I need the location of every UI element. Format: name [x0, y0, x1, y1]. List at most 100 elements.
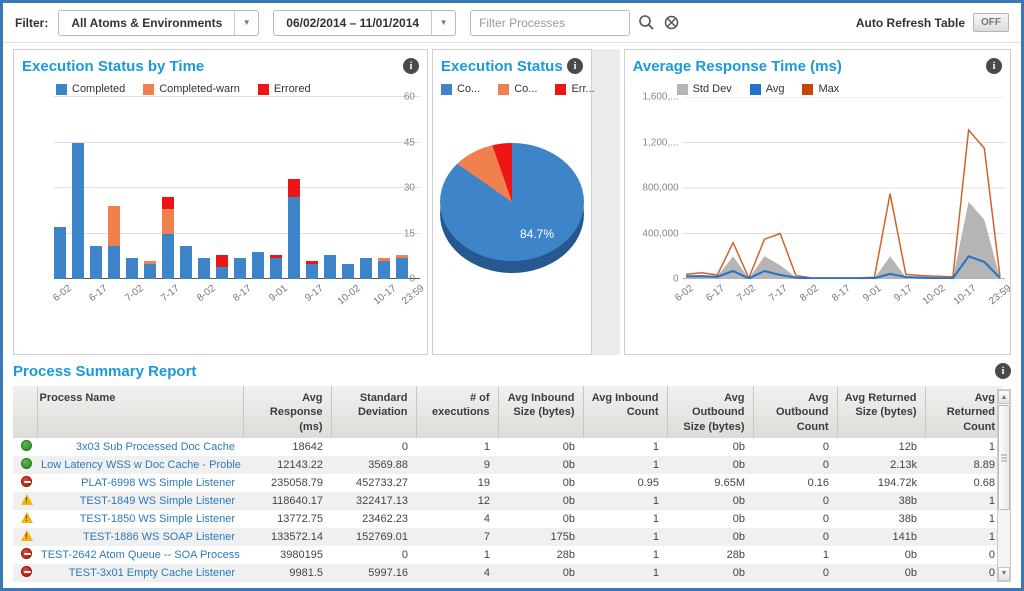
- column-header[interactable]: Avg Inbound Count: [583, 386, 667, 438]
- table-row: TEST-2642 Atom Queue -- SOA Process39801…: [13, 546, 1003, 564]
- process-name-link[interactable]: TEST-1849 WS Simple Listener: [80, 495, 235, 507]
- value-cell: 152769.01: [331, 528, 416, 546]
- y-axis-label: 0: [633, 274, 679, 285]
- value-cell: 28b: [667, 546, 753, 564]
- legend-item: Errored: [258, 83, 311, 95]
- legend-item: Avg: [750, 83, 785, 95]
- x-axis-label: 9-01: [267, 283, 290, 304]
- value-cell: 0: [753, 492, 837, 510]
- execution-status-by-time-panel: Execution Status by Time i CompletedComp…: [13, 49, 428, 355]
- value-cell: 0.16: [753, 474, 837, 492]
- column-header[interactable]: Avg Returned Size (bytes): [837, 386, 925, 438]
- value-cell: 9: [416, 456, 498, 474]
- scroll-up-arrow[interactable]: ▲: [998, 390, 1010, 404]
- error-icon: [21, 566, 32, 577]
- legend-label: Max: [818, 83, 839, 95]
- column-header[interactable]: # of executions: [416, 386, 498, 438]
- process-name-link[interactable]: Low Latency WSS w Doc Cache - Proble: [41, 459, 241, 471]
- info-icon[interactable]: i: [567, 58, 583, 74]
- x-axis-label: 8-17: [231, 283, 254, 304]
- process-name-link[interactable]: 3x03 Sub Processed Doc Cache: [76, 441, 235, 453]
- bar-segment-completed: [162, 234, 174, 280]
- process-name-link[interactable]: TEST-1850 WS Simple Listener: [80, 513, 235, 525]
- info-icon[interactable]: i: [986, 58, 1002, 74]
- value-cell: 3569.88: [331, 456, 416, 474]
- bar-segment-completed: [90, 246, 102, 279]
- process-summary-table: Process NameAvg Response (ms)Standard De…: [13, 386, 1003, 582]
- process-name-cell: TEST-1849 WS Simple Listener: [37, 492, 243, 510]
- dashboard-window: Filter: All Atoms & Environments ▼ 06/02…: [0, 0, 1024, 591]
- table-row: TEST-3x01 Empty Cache Listener9981.55997…: [13, 564, 1003, 582]
- value-cell: 0: [925, 564, 1003, 582]
- value-cell: 9981.5: [243, 564, 331, 582]
- value-cell: 0b: [498, 474, 583, 492]
- value-cell: 0b: [498, 492, 583, 510]
- info-icon[interactable]: i: [995, 363, 1011, 379]
- value-cell: 141b: [837, 528, 925, 546]
- x-axis-label: 8-17: [830, 283, 853, 304]
- legend-label: Avg: [766, 83, 785, 95]
- legend-item: Completed: [56, 83, 125, 95]
- bar-segment-completed: [216, 267, 228, 279]
- auto-refresh-label: Auto Refresh Table: [856, 16, 965, 30]
- status-cell: [13, 564, 37, 582]
- column-header[interactable]: Standard Deviation: [331, 386, 416, 438]
- info-icon[interactable]: i: [403, 58, 419, 74]
- y-axis-label: 800,000: [633, 183, 679, 194]
- bar-segment-completed-warn: [162, 209, 174, 233]
- legend-swatch: [143, 84, 154, 95]
- legend-swatch: [750, 84, 761, 95]
- process-name-link[interactable]: TEST-2642 Atom Queue -- SOA Process: [41, 549, 240, 561]
- column-header[interactable]: Avg Inbound Size (bytes): [498, 386, 583, 438]
- legend-label: Completed-warn: [159, 83, 240, 95]
- process-filter-input[interactable]: [470, 10, 630, 36]
- value-cell: 0.95: [583, 474, 667, 492]
- value-cell: 0b: [498, 438, 583, 456]
- value-cell: 0: [753, 438, 837, 456]
- value-cell: 1: [925, 510, 1003, 528]
- column-header[interactable]: Process Name: [37, 386, 243, 438]
- column-header[interactable]: Avg Response (ms): [243, 386, 331, 438]
- scrollbar-thumb[interactable]: [998, 405, 1010, 510]
- bar-segment-completed: [288, 197, 300, 279]
- x-axis-label: 7-02: [123, 283, 146, 304]
- process-name-cell: PLAT-6998 WS Simple Listener: [37, 474, 243, 492]
- auto-refresh-toggle[interactable]: OFF: [973, 13, 1009, 32]
- x-axis-label: 10-17: [952, 283, 979, 307]
- value-cell: 0b: [667, 564, 753, 582]
- atoms-environments-dropdown[interactable]: All Atoms & Environments ▼: [58, 10, 259, 36]
- date-range-dropdown[interactable]: 06/02/2014 – 11/01/2014 ▼: [273, 10, 456, 36]
- error-icon: [21, 548, 32, 559]
- x-axis-label: 6-02: [51, 283, 74, 304]
- pie-chart-legend: Co...Co...Err...: [441, 83, 583, 95]
- value-cell: 23462.23: [331, 510, 416, 528]
- value-cell: 1: [416, 546, 498, 564]
- search-icon[interactable]: [638, 14, 655, 31]
- value-cell: 1: [583, 528, 667, 546]
- y-axis-label: 60: [385, 92, 415, 103]
- scroll-down-arrow[interactable]: ▼: [998, 567, 1010, 581]
- x-axis-label: 9-17: [303, 283, 326, 304]
- process-name-link[interactable]: TEST-1886 WS SOAP Listener: [83, 531, 235, 543]
- column-header[interactable]: Avg Outbound Size (bytes): [667, 386, 753, 438]
- value-cell: 12b: [837, 438, 925, 456]
- table-row: PLAT-6998 WS Simple Listener235058.79452…: [13, 474, 1003, 492]
- bar: [306, 261, 318, 279]
- process-name-cell: TEST-1850 WS Simple Listener: [37, 510, 243, 528]
- atoms-environments-value: All Atoms & Environments: [59, 11, 234, 35]
- process-name-link[interactable]: TEST-3x01 Empty Cache Listener: [69, 567, 235, 579]
- bar: [342, 264, 354, 279]
- value-cell: 0.68: [925, 474, 1003, 492]
- table-scrollbar[interactable]: ▲ ▼: [997, 389, 1011, 582]
- process-name-link[interactable]: PLAT-6998 WS Simple Listener: [81, 477, 235, 489]
- bar-segment-completed: [54, 227, 66, 279]
- x-axis-label: 7-17: [767, 283, 790, 304]
- column-header[interactable]: Avg Returned Count: [925, 386, 1003, 438]
- clear-filter-icon[interactable]: [663, 14, 680, 31]
- column-header[interactable]: Avg Outbound Count: [753, 386, 837, 438]
- process-name-cell: TEST-1886 WS SOAP Listener: [37, 528, 243, 546]
- value-cell: 1: [925, 492, 1003, 510]
- bar: [360, 258, 372, 279]
- legend-item: Completed-warn: [143, 83, 240, 95]
- x-axis-label: 7-02: [736, 283, 759, 304]
